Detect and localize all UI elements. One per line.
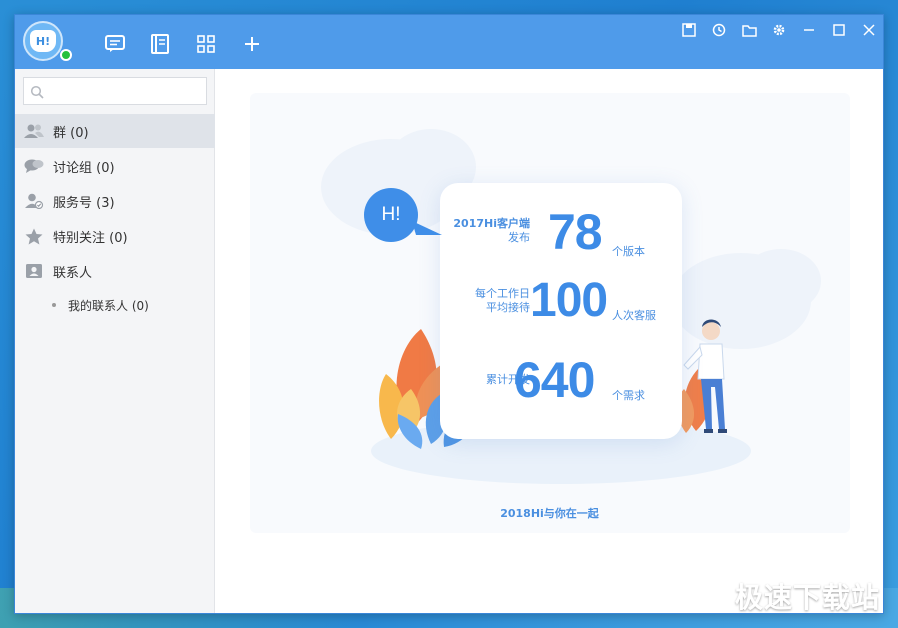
stat-unit: 个需求 [612,389,645,402]
sidebar: 群 (0) 讨论组 (0) 服务号 (3) 特别关注 (0) 联系人 我的联系人… [15,69,215,613]
sidebar-item-discussion[interactable]: 讨论组 (0) [15,149,215,183]
contact-card-icon [23,262,45,280]
contacts-book-icon[interactable] [149,33,171,55]
banner-footer-text: 2018Hi与你在一起 [500,507,599,520]
stat-unit: 个版本 [612,245,645,258]
avatar-logo: H! [30,30,56,52]
apps-grid-icon[interactable] [195,33,217,55]
sidebar-item-label: 服务号 (3) [53,195,115,211]
search-box[interactable] [23,77,207,105]
sidebar-item-label: 联系人 [53,265,93,281]
stat-number: 100 [530,274,608,327]
maximize-icon[interactable] [829,21,849,39]
watermark-text: 极速下载站 [734,581,880,614]
history-icon[interactable] [709,21,729,39]
main-panel: 2017Hi客户端 发布 78 个版本 每个工作日 平均接待 100 人次客服 … [216,69,883,613]
discussion-icon [23,157,45,175]
gear-icon[interactable] [769,21,789,39]
search-input[interactable] [48,81,202,101]
hi-logo-bubble: H! [364,188,418,242]
bubble-tail [412,221,442,235]
avatar[interactable]: H! [23,21,63,61]
star-icon [23,227,45,245]
add-icon[interactable] [241,33,263,55]
stat-label-line1: 每个工作日 [475,287,530,300]
service-account-icon [23,192,45,210]
bullet-icon [52,303,56,307]
stat-row-reception: 每个工作日 平均接待 100 人次客服 [440,274,682,339]
close-icon[interactable] [859,21,879,39]
sidebar-subitem-label: 我的联系人 (0) [68,298,149,313]
sidebar-item-label: 特别关注 (0) [53,230,128,246]
search-icon [30,84,44,103]
sidebar-item-label: 讨论组 (0) [53,160,115,176]
app-window: H! 群 (0) 讨论组 (0) 服务号 (3) 特别关注 (0) 联系人 我的… [14,14,884,614]
sidebar-item-special-follow[interactable]: 特别关注 (0) [15,219,215,253]
sidebar-item-label: 群 (0) [53,125,89,141]
chat-icon[interactable] [104,33,126,55]
stats-card: 2017Hi客户端 发布 78 个版本 每个工作日 平均接待 100 人次客服 … [440,183,682,439]
stat-number: 640 [514,352,595,408]
sidebar-subitem-my-contacts[interactable]: 我的联系人 (0) [15,290,215,320]
online-status-icon [60,49,72,61]
stat-unit: 人次客服 [612,309,656,322]
group-icon [23,122,45,140]
stat-row-requirements: 累计开发 640 个需求 [440,352,682,413]
sidebar-item-service[interactable]: 服务号 (3) [15,184,215,218]
minimize-icon[interactable] [799,21,819,39]
stat-number: 78 [548,204,603,260]
titlebar: H! [15,15,883,69]
stat-label-line2: 发布 [508,231,530,244]
save-icon[interactable] [679,21,699,39]
folder-icon[interactable] [739,21,759,39]
stat-label-line2: 平均接待 [486,301,530,314]
stat-label-line1: 2017Hi客户端 [453,217,530,230]
sidebar-item-contacts[interactable]: 联系人 [15,254,215,288]
stat-row-versions: 2017Hi客户端 发布 78 个版本 [440,203,682,263]
sidebar-item-groups[interactable]: 群 (0) [15,114,215,148]
